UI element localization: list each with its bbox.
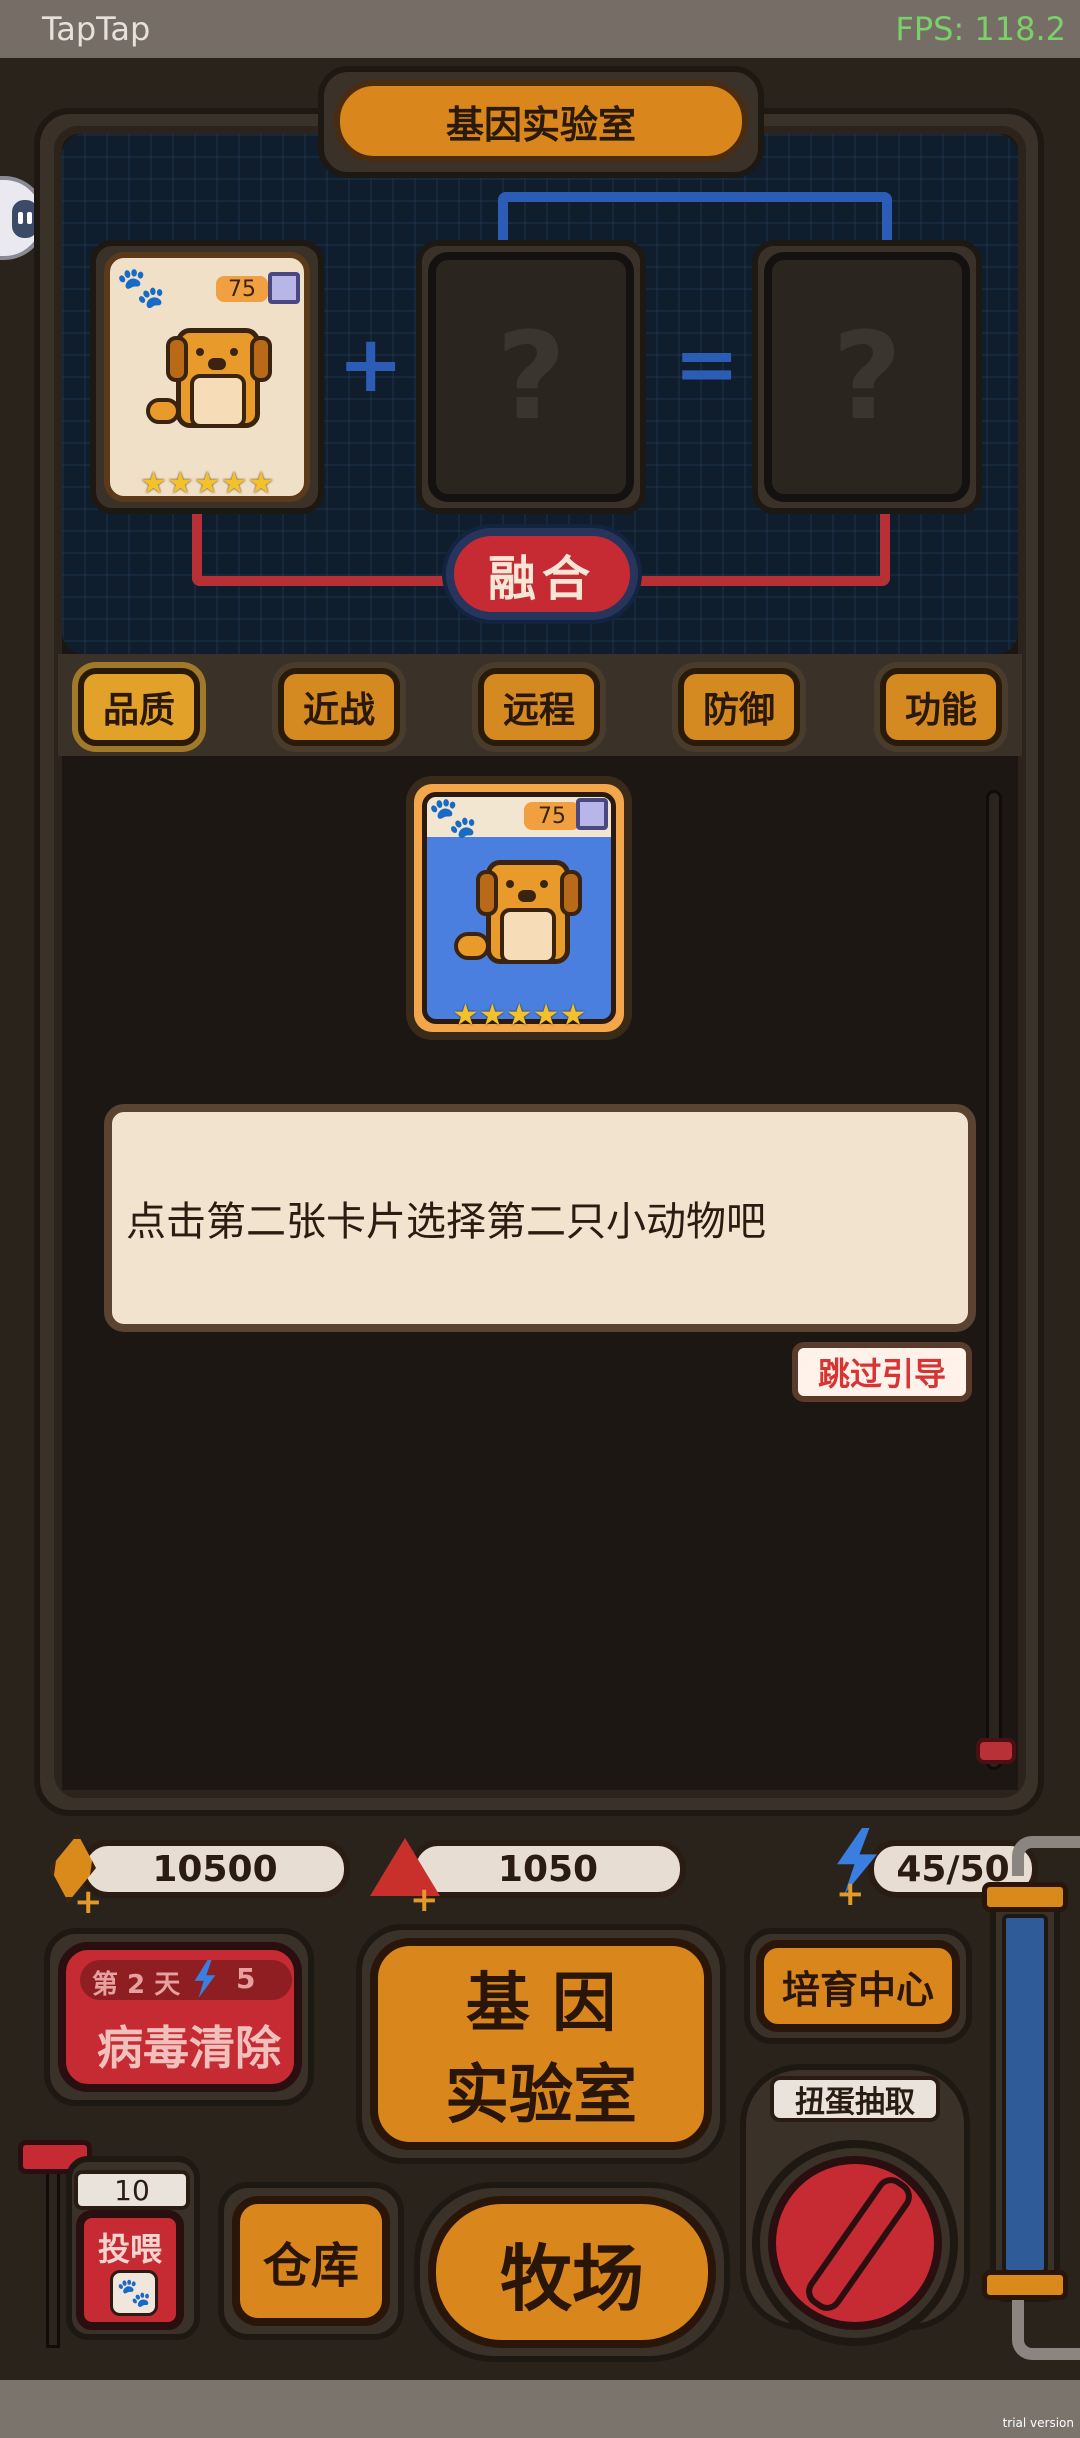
connector-red-left [192,508,456,586]
gold-icon[interactable]: + [44,1830,104,1922]
feed-lever [46,2148,60,2348]
tab-melee[interactable]: 近战 [278,668,400,746]
pipe-cap-top [982,1882,1068,1912]
cube-icon [268,272,300,304]
bottom-strip [0,2380,1080,2438]
breeding-center-button[interactable]: 培育中心 [756,1940,960,2032]
pipe-bottom [1012,2300,1080,2360]
virus-clear-button[interactable]: 第 2 天 5 病毒清除 [58,1942,302,2092]
star-rating: ★★★★★ [452,998,587,1033]
gene-lab-button[interactable]: 基 因 实验室 [370,1938,712,2150]
virus-clear-label: 病毒清除 [97,2021,281,2075]
app-name: TapTap [42,10,151,48]
paw-icon: 🐾 [428,795,478,841]
gold-counter: 10500 [80,1840,350,1898]
paw-icon: 🐾 [116,265,166,311]
tab-function[interactable]: 功能 [880,668,1002,746]
feed-count: 10 [74,2170,190,2210]
equals-sign: = [674,320,740,410]
warehouse-button[interactable]: 仓库 [232,2196,390,2326]
connector-red-right [628,508,890,586]
feed-button[interactable]: 投喂 🐾 [76,2210,184,2330]
energy-tube-fill [1002,1914,1048,2274]
feed-label: 投喂 [97,2230,162,2268]
tab-defense[interactable]: 防御 [678,668,800,746]
gene-lab-line2: 实验室 [445,2059,637,2133]
paw-icon: 🐾 [110,2270,158,2316]
dog-icon [454,848,582,978]
star-rating: ★★★★★ [140,466,275,501]
lightning-icon[interactable]: + [822,1828,892,1914]
level-badge: 75 [524,802,580,830]
guide-message: 点击第二张卡片选择第二只小动物吧 [126,1199,766,1245]
fusion-result-empty: ? [764,252,970,502]
fusion-slot-2-empty[interactable]: ? [428,252,634,502]
page-title: 基因实验室 [334,80,748,162]
fuse-button[interactable]: 融合 [446,528,638,620]
gacha-label: 扭蛋抽取 [770,2076,940,2122]
cube-icon [576,798,608,830]
tab-quality[interactable]: 品质 [78,668,200,746]
ranch-button[interactable]: 牧场 [428,2196,716,2348]
dog-icon [146,314,272,442]
gem-counter: 1050 [410,1840,686,1898]
status-bar: TapTap FPS: 118.2 [0,0,1080,58]
fps-counter: FPS: 118.2 [895,10,1066,48]
pipe-cap-bottom [982,2270,1068,2300]
guide-dialog: 点击第二张卡片选择第二只小动物吧 [104,1104,976,1332]
gene-lab-line1: 基 因 [465,1967,617,2041]
scrollbar[interactable] [986,790,1002,1770]
gacha-knob-icon[interactable] [768,2156,942,2330]
plus-sign: + [338,320,404,410]
skip-guide-button[interactable]: 跳过引导 [792,1342,972,1402]
gem-icon[interactable]: + [366,1832,446,1920]
game-screen: { "status_bar": { "app_name": "TapTap", … [0,0,1080,2438]
watermark: trial version [1002,2416,1074,2430]
tab-ranged[interactable]: 远程 [478,668,600,746]
fusion-slot-1-card[interactable]: 🐾 75 ★★★★★ [104,252,310,502]
virus-cost: 5 [236,1962,256,1995]
card-list-item[interactable]: 🐾 75 ★★★★★ [406,776,632,1040]
pipe-top [1012,1836,1080,1876]
virus-day-label: 第 2 天 [92,1970,181,2000]
level-badge: 75 [216,276,268,302]
scroll-thumb[interactable] [976,1738,1016,1764]
